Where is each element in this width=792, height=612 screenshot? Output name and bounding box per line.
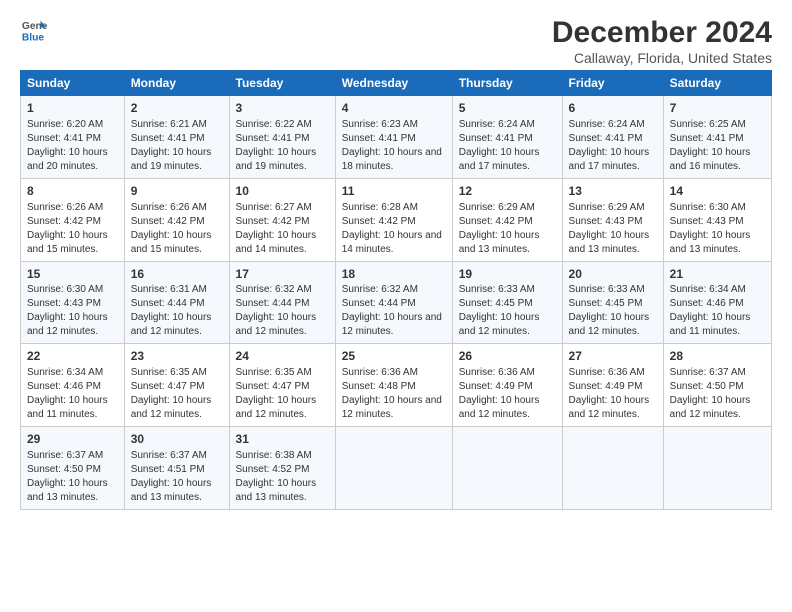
calendar-cell: 24Sunrise: 6:35 AMSunset: 4:47 PMDayligh… — [229, 344, 335, 427]
calendar-cell: 11Sunrise: 6:28 AMSunset: 4:42 PMDayligh… — [335, 178, 452, 261]
day-number: 13 — [569, 183, 657, 200]
calendar-cell: 4Sunrise: 6:23 AMSunset: 4:41 PMDaylight… — [335, 96, 452, 179]
day-number: 23 — [131, 348, 223, 365]
calendar-cell — [663, 427, 771, 510]
calendar-cell: 31Sunrise: 6:38 AMSunset: 4:52 PMDayligh… — [229, 427, 335, 510]
calendar-cell: 22Sunrise: 6:34 AMSunset: 4:46 PMDayligh… — [21, 344, 125, 427]
day-number: 17 — [236, 266, 329, 283]
calendar-cell — [452, 427, 562, 510]
day-number: 12 — [459, 183, 556, 200]
calendar-cell: 21Sunrise: 6:34 AMSunset: 4:46 PMDayligh… — [663, 261, 771, 344]
calendar-cell: 9Sunrise: 6:26 AMSunset: 4:42 PMDaylight… — [124, 178, 229, 261]
day-number: 20 — [569, 266, 657, 283]
week-row-4: 22Sunrise: 6:34 AMSunset: 4:46 PMDayligh… — [21, 344, 772, 427]
calendar-cell: 20Sunrise: 6:33 AMSunset: 4:45 PMDayligh… — [562, 261, 663, 344]
calendar-cell: 6Sunrise: 6:24 AMSunset: 4:41 PMDaylight… — [562, 96, 663, 179]
week-row-1: 1Sunrise: 6:20 AMSunset: 4:41 PMDaylight… — [21, 96, 772, 179]
day-number: 25 — [342, 348, 446, 365]
calendar-cell: 28Sunrise: 6:37 AMSunset: 4:50 PMDayligh… — [663, 344, 771, 427]
day-number: 10 — [236, 183, 329, 200]
title-block: December 2024 Callaway, Florida, United … — [552, 16, 772, 66]
day-number: 7 — [670, 100, 765, 117]
calendar-cell: 15Sunrise: 6:30 AMSunset: 4:43 PMDayligh… — [21, 261, 125, 344]
day-number: 16 — [131, 266, 223, 283]
col-header-monday: Monday — [124, 71, 229, 96]
col-header-sunday: Sunday — [21, 71, 125, 96]
day-number: 5 — [459, 100, 556, 117]
calendar-cell: 5Sunrise: 6:24 AMSunset: 4:41 PMDaylight… — [452, 96, 562, 179]
calendar-table: SundayMondayTuesdayWednesdayThursdayFrid… — [20, 70, 772, 510]
svg-text:Blue: Blue — [22, 32, 45, 43]
day-number: 14 — [670, 183, 765, 200]
col-header-wednesday: Wednesday — [335, 71, 452, 96]
day-number: 11 — [342, 183, 446, 200]
logo-icon: General Blue — [20, 16, 48, 44]
day-number: 3 — [236, 100, 329, 117]
calendar-cell: 29Sunrise: 6:37 AMSunset: 4:50 PMDayligh… — [21, 427, 125, 510]
day-number: 29 — [27, 431, 118, 448]
day-number: 6 — [569, 100, 657, 117]
calendar-cell: 13Sunrise: 6:29 AMSunset: 4:43 PMDayligh… — [562, 178, 663, 261]
calendar-cell: 1Sunrise: 6:20 AMSunset: 4:41 PMDaylight… — [21, 96, 125, 179]
calendar-cell: 14Sunrise: 6:30 AMSunset: 4:43 PMDayligh… — [663, 178, 771, 261]
calendar-cell — [562, 427, 663, 510]
logo: General Blue — [20, 16, 48, 44]
day-number: 4 — [342, 100, 446, 117]
week-row-5: 29Sunrise: 6:37 AMSunset: 4:50 PMDayligh… — [21, 427, 772, 510]
calendar-cell: 3Sunrise: 6:22 AMSunset: 4:41 PMDaylight… — [229, 96, 335, 179]
calendar-cell: 18Sunrise: 6:32 AMSunset: 4:44 PMDayligh… — [335, 261, 452, 344]
calendar-cell: 23Sunrise: 6:35 AMSunset: 4:47 PMDayligh… — [124, 344, 229, 427]
col-header-friday: Friday — [562, 71, 663, 96]
calendar-cell: 26Sunrise: 6:36 AMSunset: 4:49 PMDayligh… — [452, 344, 562, 427]
week-row-2: 8Sunrise: 6:26 AMSunset: 4:42 PMDaylight… — [21, 178, 772, 261]
calendar-cell: 2Sunrise: 6:21 AMSunset: 4:41 PMDaylight… — [124, 96, 229, 179]
subtitle: Callaway, Florida, United States — [552, 50, 772, 66]
calendar-cell: 17Sunrise: 6:32 AMSunset: 4:44 PMDayligh… — [229, 261, 335, 344]
day-number: 18 — [342, 266, 446, 283]
day-number: 9 — [131, 183, 223, 200]
calendar-cell: 10Sunrise: 6:27 AMSunset: 4:42 PMDayligh… — [229, 178, 335, 261]
calendar-cell: 7Sunrise: 6:25 AMSunset: 4:41 PMDaylight… — [663, 96, 771, 179]
calendar-cell — [335, 427, 452, 510]
calendar-cell: 30Sunrise: 6:37 AMSunset: 4:51 PMDayligh… — [124, 427, 229, 510]
main-title: December 2024 — [552, 16, 772, 50]
day-number: 19 — [459, 266, 556, 283]
calendar-cell: 19Sunrise: 6:33 AMSunset: 4:45 PMDayligh… — [452, 261, 562, 344]
header: General Blue December 2024 Callaway, Flo… — [20, 16, 772, 66]
calendar-cell: 8Sunrise: 6:26 AMSunset: 4:42 PMDaylight… — [21, 178, 125, 261]
week-row-3: 15Sunrise: 6:30 AMSunset: 4:43 PMDayligh… — [21, 261, 772, 344]
calendar-header-row: SundayMondayTuesdayWednesdayThursdayFrid… — [21, 71, 772, 96]
page-container: General Blue December 2024 Callaway, Flo… — [0, 0, 792, 520]
day-number: 2 — [131, 100, 223, 117]
calendar-cell: 12Sunrise: 6:29 AMSunset: 4:42 PMDayligh… — [452, 178, 562, 261]
day-number: 24 — [236, 348, 329, 365]
day-number: 31 — [236, 431, 329, 448]
day-number: 1 — [27, 100, 118, 117]
day-number: 21 — [670, 266, 765, 283]
day-number: 30 — [131, 431, 223, 448]
day-number: 22 — [27, 348, 118, 365]
day-number: 15 — [27, 266, 118, 283]
day-number: 28 — [670, 348, 765, 365]
col-header-thursday: Thursday — [452, 71, 562, 96]
day-number: 27 — [569, 348, 657, 365]
calendar-cell: 27Sunrise: 6:36 AMSunset: 4:49 PMDayligh… — [562, 344, 663, 427]
calendar-cell: 16Sunrise: 6:31 AMSunset: 4:44 PMDayligh… — [124, 261, 229, 344]
col-header-tuesday: Tuesday — [229, 71, 335, 96]
col-header-saturday: Saturday — [663, 71, 771, 96]
day-number: 8 — [27, 183, 118, 200]
calendar-cell: 25Sunrise: 6:36 AMSunset: 4:48 PMDayligh… — [335, 344, 452, 427]
day-number: 26 — [459, 348, 556, 365]
